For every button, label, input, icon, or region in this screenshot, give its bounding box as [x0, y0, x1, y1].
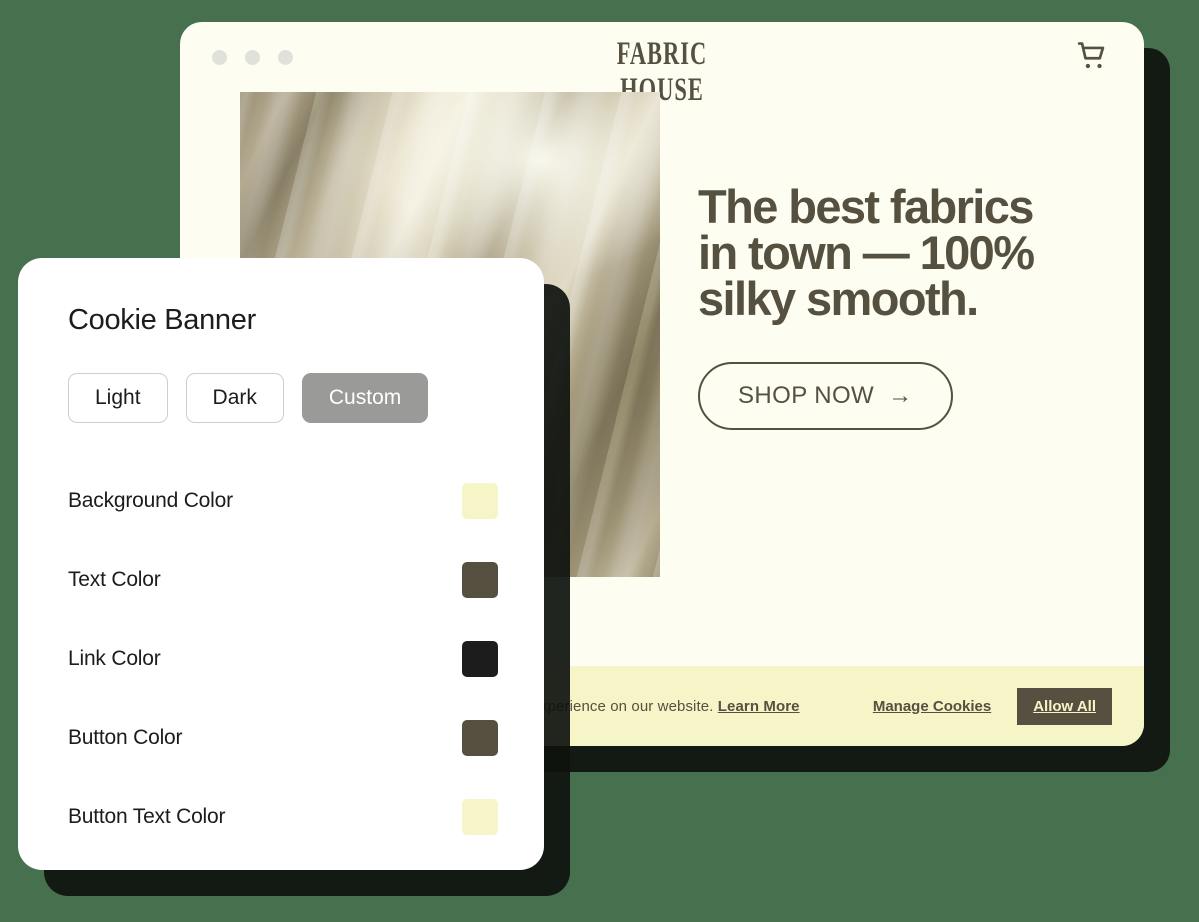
color-row-button: Button Color: [68, 698, 498, 777]
cart-button[interactable]: [1072, 36, 1114, 78]
allow-all-button[interactable]: Allow All: [1017, 687, 1112, 725]
window-controls: [212, 49, 293, 65]
color-swatch-button[interactable]: [462, 719, 498, 756]
color-swatch-background[interactable]: [462, 482, 498, 519]
color-label-link: Link Color: [68, 646, 161, 670]
window-dot-2[interactable]: [245, 49, 260, 65]
window-dot-1[interactable]: [212, 49, 227, 65]
color-label-button-text: Button Text Color: [68, 804, 226, 828]
browser-titlebar: FABRIC HOUSE: [180, 22, 1144, 108]
color-swatch-link[interactable]: [462, 640, 498, 677]
cookie-banner-actions: Manage Cookies Allow All: [873, 687, 1112, 725]
color-label-button: Button Color: [68, 725, 183, 749]
color-row-link: Link Color: [68, 619, 498, 698]
window-dot-3[interactable]: [278, 49, 293, 65]
hero-copy: The best fabrics in town — 100% silky sm…: [660, 92, 1144, 592]
color-label-background: Background Color: [68, 488, 233, 512]
shop-now-button[interactable]: SHOP NOW →: [698, 362, 953, 430]
site-logo-line-1: FABRIC: [616, 36, 708, 72]
arrow-right-icon: →: [888, 382, 913, 409]
color-label-text: Text Color: [68, 567, 161, 591]
theme-option-custom[interactable]: Custom: [301, 373, 429, 423]
color-row-text: Text Color: [68, 540, 498, 619]
theme-option-light[interactable]: Light: [68, 373, 168, 423]
theme-option-dark[interactable]: Dark: [185, 373, 284, 423]
panel-title: Cookie Banner: [68, 304, 256, 336]
learn-more-link[interactable]: Learn More: [718, 698, 800, 715]
color-row-background: Background Color: [68, 461, 498, 540]
color-swatch-text[interactable]: [462, 561, 498, 598]
manage-cookies-button[interactable]: Manage Cookies: [873, 698, 991, 715]
hero-heading: The best fabrics in town — 100% silky sm…: [698, 180, 1035, 325]
color-row-button-text: Button Text Color: [68, 777, 498, 856]
color-swatch-button-text[interactable]: [462, 798, 498, 835]
shop-now-label: SHOP NOW: [738, 382, 875, 409]
cookie-banner-settings-panel: Cookie Banner Light Dark Custom Backgrou…: [18, 258, 544, 870]
shopping-cart-icon: [1076, 39, 1110, 76]
theme-selector: Light Dark Custom: [68, 373, 498, 423]
